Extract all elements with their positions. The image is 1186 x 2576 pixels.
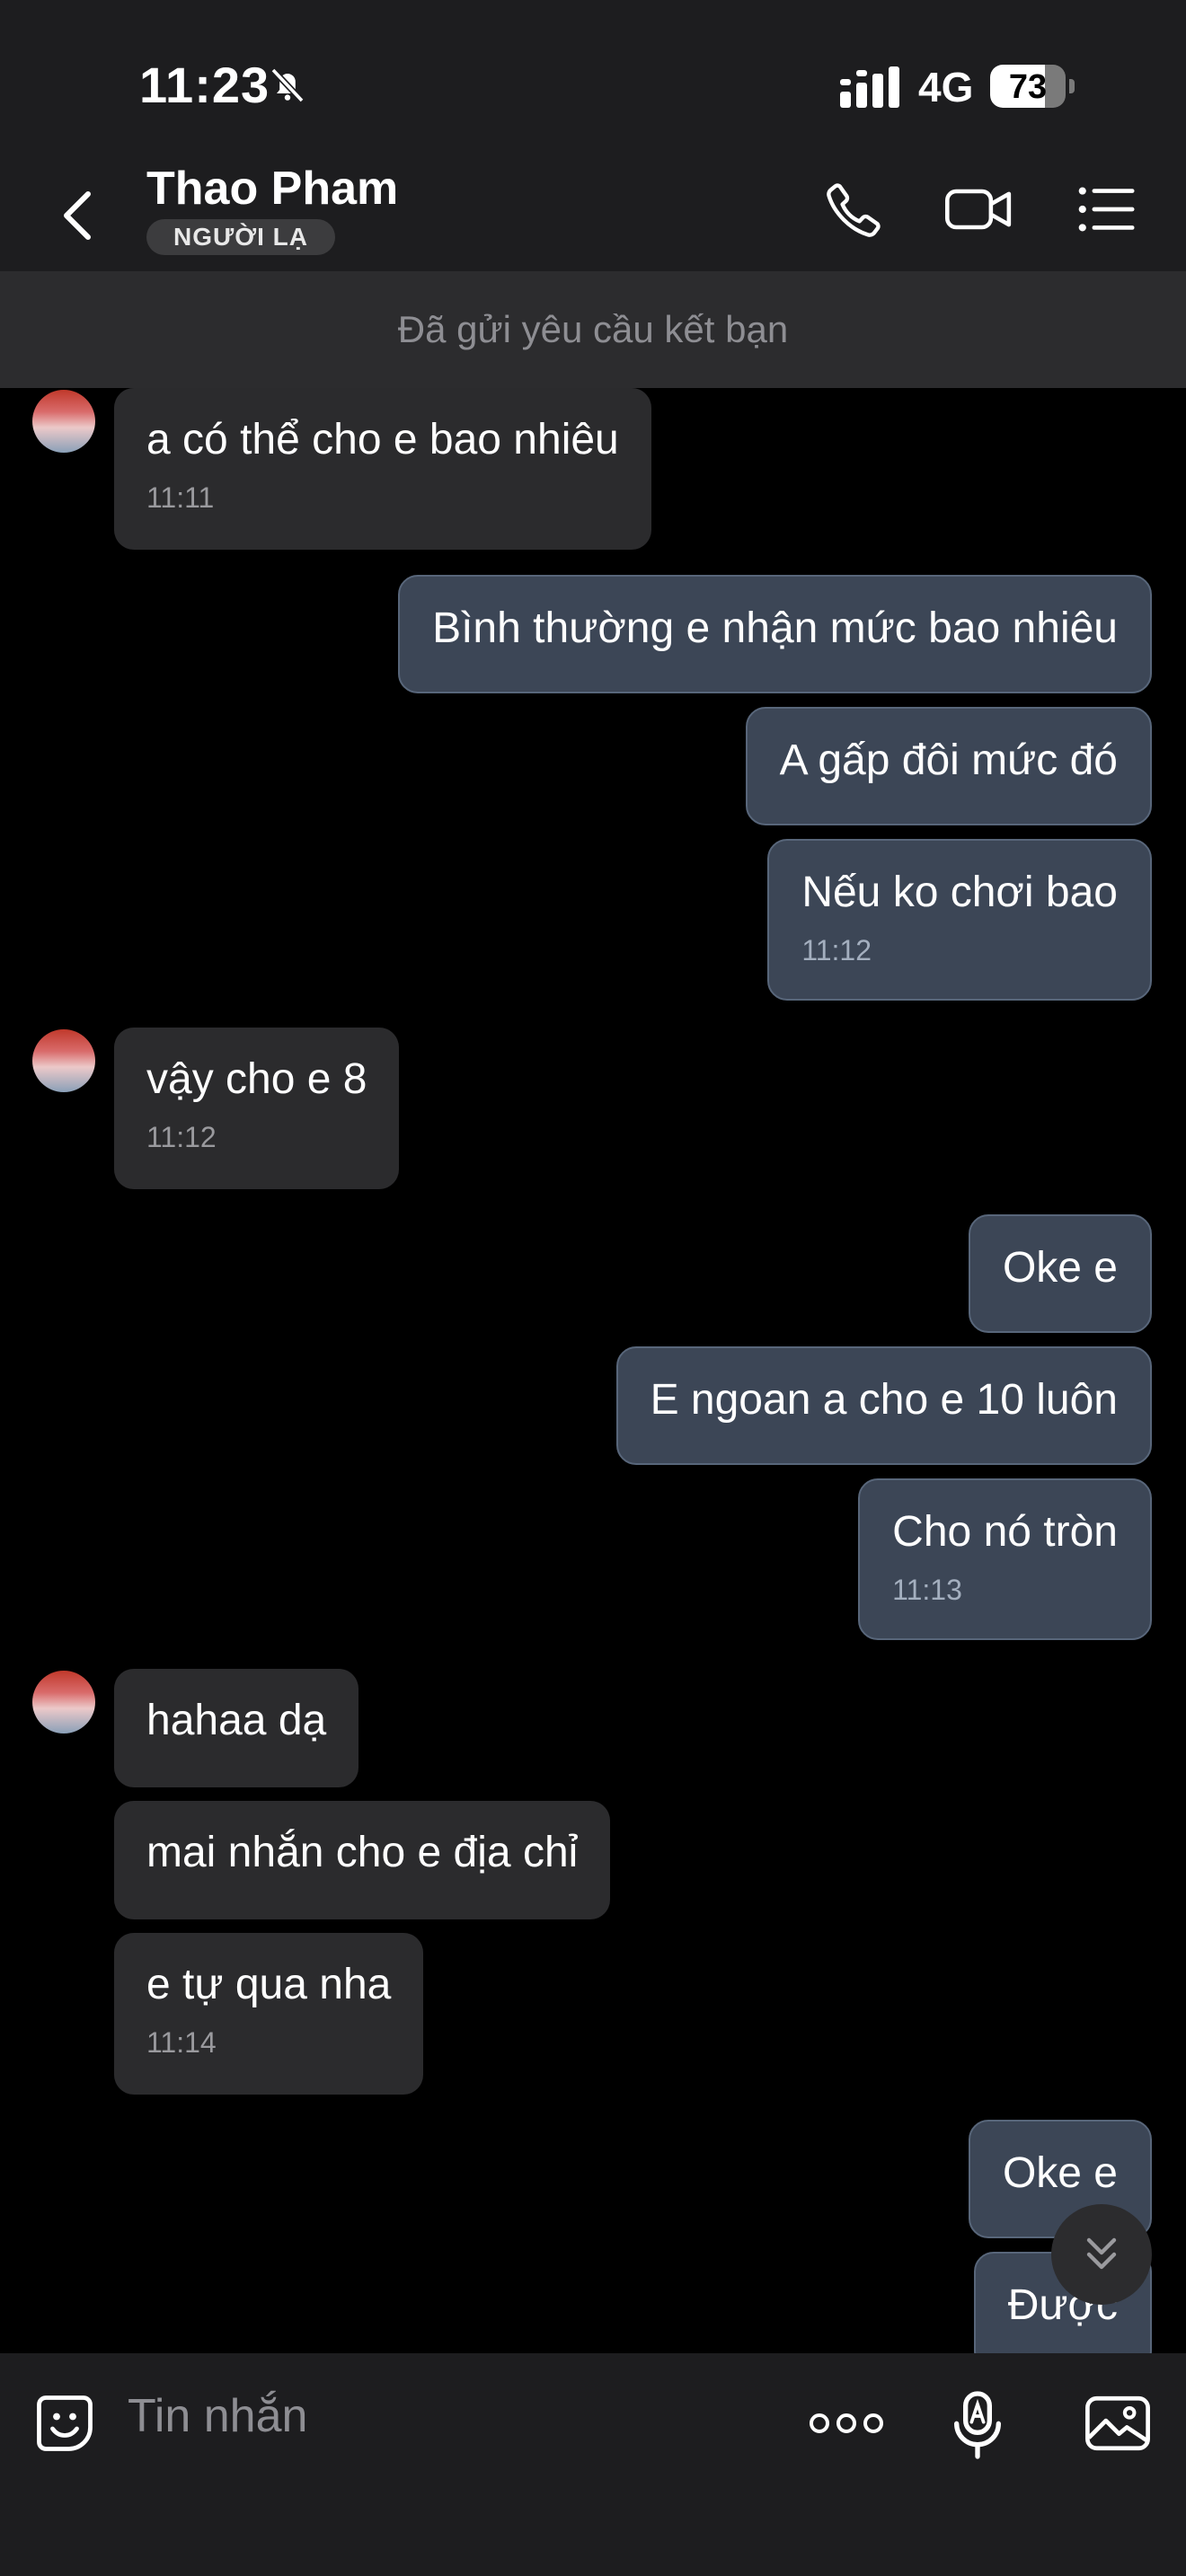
message-time: 11:12 [146, 1121, 217, 1153]
message-bubble-outgoing[interactable]: Cho nó tròn 11:13 [858, 1478, 1152, 1640]
battery-level: 73 [1008, 68, 1048, 106]
chat-header: Thao Pham NGƯỜI LẠ [0, 153, 1186, 271]
contact-avatar[interactable] [32, 1029, 95, 1092]
friend-request-banner: Đã gửi yêu cầu kết bạn [0, 271, 1186, 388]
message-text: A gấp đôi mức đó [779, 737, 1118, 784]
contact-avatar[interactable] [32, 1671, 95, 1734]
message-bubble-outgoing[interactable]: A gấp đôi mức đó [745, 707, 1152, 825]
message-text: Oke e [1002, 2149, 1118, 2197]
message-time: 11:11 [146, 481, 215, 514]
message-bubble-outgoing[interactable]: Bình thường e nhận mức bao nhiêu [398, 575, 1152, 693]
video-call-icon[interactable] [943, 178, 1015, 241]
signal-strength-icon [840, 66, 899, 108]
message-time: 11:12 [801, 934, 872, 966]
stranger-badge: NGƯỜI LẠ [146, 219, 335, 255]
message-list[interactable]: a có thể cho e bao nhiêu 11:11 Bình thườ… [0, 388, 1186, 2353]
message-bubble-outgoing[interactable]: E ngoan a cho e 10 luôn [615, 1346, 1152, 1465]
message-time: 11:13 [892, 1574, 962, 1606]
message-bubble-incoming[interactable]: a có thể cho e bao nhiêu 11:11 [114, 388, 651, 550]
message-bubble-incoming[interactable]: e tự qua nha 11:14 [114, 1933, 424, 2095]
bell-off-icon [270, 67, 305, 103]
message-input[interactable]: Tin nhắn [128, 2389, 307, 2443]
message-text: Cho nó tròn [892, 1508, 1118, 1556]
message-bubble-outgoing[interactable]: Nếu ko chơi bao 11:12 [767, 839, 1152, 1001]
contact-avatar[interactable] [32, 390, 95, 453]
message-time: 11:14 [146, 2026, 217, 2059]
contact-name[interactable]: Thao Pham [146, 162, 398, 216]
message-text: hahaa dạ [146, 1697, 327, 1744]
message-text: mai nhắn cho e địa chỉ [146, 1829, 579, 1876]
message-composer: Tin nhắn [0, 2353, 1186, 2576]
message-bubble-incoming[interactable]: mai nhắn cho e địa chỉ [114, 1801, 611, 1919]
battery-icon: 73 [990, 65, 1075, 108]
status-time: 11:23 [139, 57, 270, 113]
message-bubble-incoming[interactable]: vậy cho e 8 11:12 [114, 1028, 400, 1189]
message-text: Oke e [1002, 1244, 1118, 1292]
scroll-to-bottom-button[interactable] [1051, 2204, 1152, 2305]
double-chevron-down-icon [1086, 2237, 1117, 2270]
message-text: e tự qua nha [146, 1961, 392, 2008]
more-options-icon[interactable] [809, 2405, 884, 2441]
network-type: 4G [918, 64, 974, 110]
back-icon[interactable] [54, 185, 104, 246]
message-bubble-incoming[interactable]: hahaa dạ [114, 1669, 359, 1787]
menu-list-icon[interactable] [1075, 178, 1137, 241]
message-bubble-outgoing[interactable]: Oke e [968, 1214, 1152, 1333]
emoji-sticker-icon[interactable] [32, 2391, 97, 2456]
status-bar: 11:23 4G 73 [0, 0, 1186, 153]
message-text: Bình thường e nhận mức bao nhiêu [432, 604, 1118, 652]
image-gallery-icon[interactable] [1084, 2391, 1152, 2456]
voice-to-text-icon[interactable] [947, 2389, 1008, 2461]
message-text: vậy cho e 8 [146, 1055, 367, 1103]
message-text: a có thể cho e bao nhiêu [146, 416, 619, 463]
phone-icon[interactable] [823, 178, 886, 241]
message-text: E ngoan a cho e 10 luôn [650, 1376, 1118, 1424]
message-text: Nếu ko chơi bao [801, 869, 1118, 916]
